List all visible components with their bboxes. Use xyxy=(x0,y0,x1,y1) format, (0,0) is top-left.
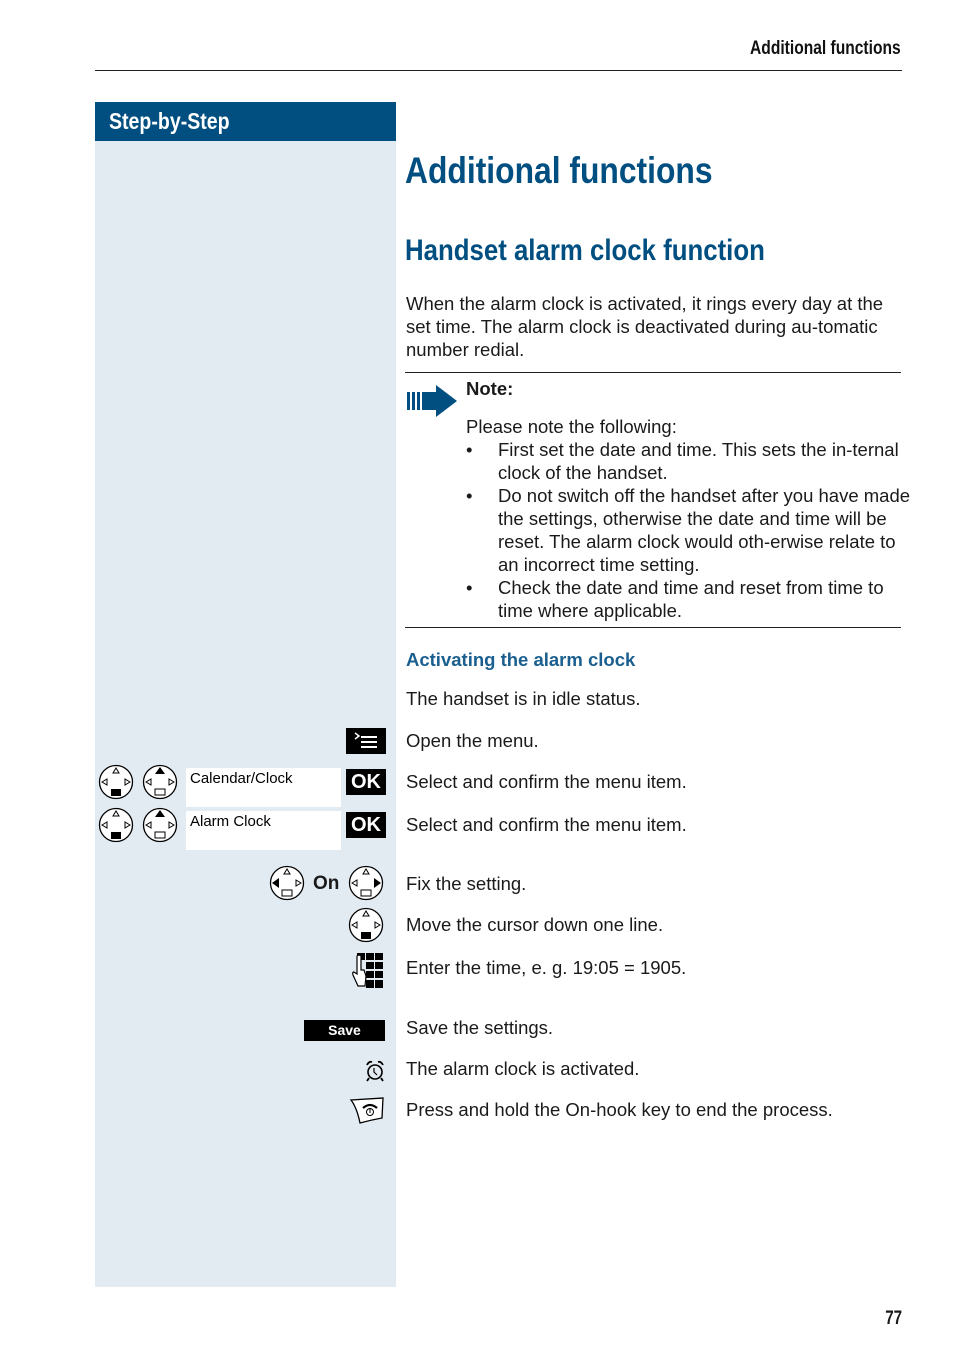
note-lead: Please note the following: xyxy=(466,416,677,437)
note-bullet: First set the date and time. This sets t… xyxy=(466,438,911,484)
note-body: Please note the following: First set the… xyxy=(466,415,911,622)
control-key-up-icon[interactable] xyxy=(142,764,178,805)
note-arrow-icon xyxy=(406,385,458,422)
save-softkey[interactable]: Save xyxy=(304,1020,385,1041)
running-header: Additional functions xyxy=(750,38,901,59)
step-text: The handset is in idle status. xyxy=(406,688,641,709)
intro-paragraph: When the alarm clock is activated, it ri… xyxy=(406,293,884,360)
alarm-clock-icon xyxy=(365,1060,385,1087)
page-title: Additional functions xyxy=(405,150,713,191)
keypad-icon[interactable] xyxy=(351,952,385,995)
header-rule xyxy=(95,70,902,71)
step-text: Fix the setting. xyxy=(406,873,527,894)
subsection-title: Activating the alarm clock xyxy=(406,649,636,670)
step-text: Select and confirm the menu item. xyxy=(406,771,687,792)
menu-key-icon[interactable] xyxy=(346,728,386,754)
note-top-rule xyxy=(405,372,901,373)
sidebar-header: Step-by-Step xyxy=(95,102,396,141)
step-text: The alarm clock is activated. xyxy=(406,1058,640,1079)
control-key-up-icon[interactable] xyxy=(142,807,178,848)
control-key-left-icon[interactable] xyxy=(269,865,305,906)
note-bottom-rule xyxy=(405,627,901,628)
page-number: 77 xyxy=(885,1308,902,1329)
ok-key[interactable]: OK xyxy=(346,812,386,838)
step-text: Enter the time, e. g. 19:05 = 1905. xyxy=(406,957,687,978)
display-menu-item[interactable]: Alarm Clock xyxy=(186,811,341,850)
control-key-down-icon[interactable] xyxy=(348,907,384,948)
control-key-right-icon[interactable] xyxy=(348,865,384,906)
step-text: Move the cursor down one line. xyxy=(406,914,664,935)
step-text: Save the settings. xyxy=(406,1017,554,1038)
step-text: Select and confirm the menu item. xyxy=(406,814,687,835)
sidebar-title: Step-by-Step xyxy=(109,108,230,134)
control-key-down-icon[interactable] xyxy=(98,807,134,848)
section-title: Handset alarm clock function xyxy=(405,234,765,267)
note-bullet: Do not switch off the handset after you … xyxy=(466,484,911,576)
ok-key[interactable]: OK xyxy=(346,769,386,795)
on-hook-key-icon[interactable] xyxy=(349,1096,385,1129)
setting-value: On xyxy=(313,873,340,894)
note-title: Note: xyxy=(466,378,514,399)
step-text: Open the menu. xyxy=(406,730,539,751)
control-key-down-icon[interactable] xyxy=(98,764,134,805)
display-menu-item[interactable]: Calendar/Clock xyxy=(186,768,341,807)
step-text: Press and hold the On-hook key to end th… xyxy=(406,1099,833,1120)
note-bullet: Check the date and time and reset from t… xyxy=(466,576,911,622)
